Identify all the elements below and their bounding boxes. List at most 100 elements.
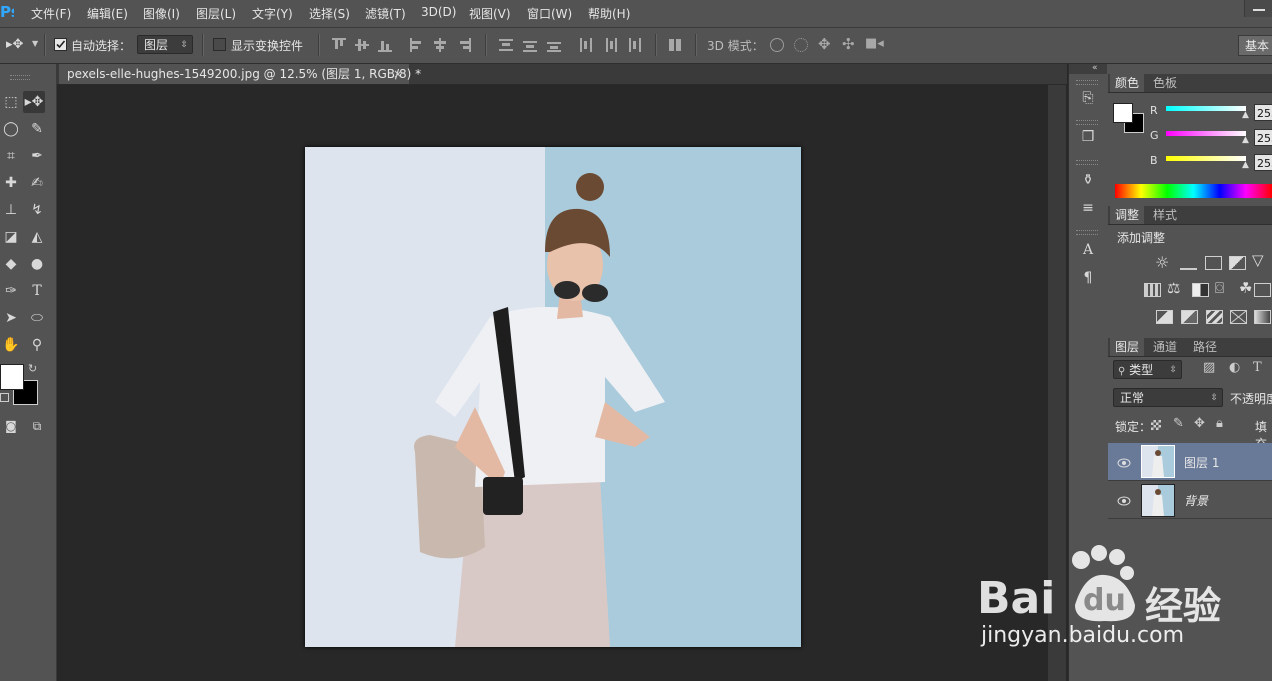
minimize-button[interactable]: [1244, 0, 1272, 17]
menu-3d[interactable]: 3D(D): [421, 5, 456, 19]
curves-icon[interactable]: [1205, 256, 1222, 270]
hue-saturation-icon[interactable]: [1144, 283, 1161, 297]
lock-transparent-icon[interactable]: [1151, 420, 1161, 430]
foreground-color-swatch[interactable]: [0, 364, 24, 390]
3d-roll-icon[interactable]: [794, 38, 808, 52]
ellipse-tool-icon[interactable]: ⬭: [26, 307, 48, 329]
menu-view[interactable]: 视图(V): [469, 5, 511, 22]
align-right-icon[interactable]: [457, 38, 471, 52]
brush-tool-icon[interactable]: ✍: [26, 172, 48, 194]
blend-mode-dropdown[interactable]: 正常 ⇳: [1113, 388, 1223, 407]
align-top-icon[interactable]: [332, 38, 346, 52]
panel-grip[interactable]: [1076, 230, 1098, 235]
tab-color[interactable]: 颜色: [1110, 74, 1145, 92]
lasso-tool-icon[interactable]: ◯: [0, 118, 22, 140]
eye-icon[interactable]: [1117, 457, 1131, 468]
tab-layers[interactable]: 图层: [1110, 338, 1145, 356]
photo-filter-icon[interactable]: ⌼: [1215, 279, 1224, 297]
type-tool-icon[interactable]: T: [26, 280, 48, 302]
auto-select-target-dropdown[interactable]: 图层 ⇳: [137, 35, 193, 54]
workspace-switcher[interactable]: 基本: [1238, 35, 1272, 56]
filter-adjustment-icon[interactable]: ◐: [1229, 360, 1240, 375]
lock-pixels-icon[interactable]: ✎: [1173, 416, 1184, 431]
panel-grip[interactable]: [1076, 120, 1098, 125]
quick-select-tool-icon[interactable]: ✎: [26, 118, 48, 140]
3d-rotate-icon[interactable]: [770, 38, 784, 52]
zoom-tool-icon[interactable]: ⚲: [26, 334, 48, 356]
brightness-contrast-icon[interactable]: ☼: [1155, 253, 1169, 272]
paragraph-panel-icon[interactable]: ¶: [1078, 268, 1098, 288]
gradient-map-icon[interactable]: [1230, 310, 1247, 324]
align-left-icon[interactable]: [410, 38, 424, 52]
align-hcenter-icon[interactable]: [433, 38, 447, 52]
green-slider-thumb[interactable]: ▲: [1242, 135, 1249, 145]
selective-color-icon[interactable]: [1254, 310, 1271, 324]
paint-bucket-tool-icon[interactable]: ◭: [26, 226, 48, 248]
dodge-tool-icon[interactable]: ●: [26, 253, 48, 275]
distribute-hcenter-icon[interactable]: [603, 38, 617, 52]
layer-filter-dropdown[interactable]: ⚲ 类型 ⇳: [1113, 360, 1182, 379]
move-tool-icon[interactable]: ▸✥: [23, 91, 45, 113]
history-brush-tool-icon[interactable]: ↯: [26, 199, 48, 221]
default-colors-icon[interactable]: [0, 393, 9, 402]
black-white-icon[interactable]: [1192, 283, 1209, 297]
invert-icon[interactable]: [1156, 310, 1173, 324]
panel-grip[interactable]: [1076, 80, 1098, 85]
swap-colors-icon[interactable]: ↻: [28, 362, 37, 375]
healing-brush-tool-icon[interactable]: ✚: [0, 172, 22, 194]
color-spectrum-bar[interactable]: [1115, 184, 1272, 198]
canvas-image[interactable]: [305, 147, 801, 647]
menu-file[interactable]: 文件(F): [31, 5, 71, 22]
blue-slider[interactable]: [1166, 156, 1246, 161]
exposure-icon[interactable]: [1229, 256, 1246, 270]
screen-mode-icon[interactable]: ⧉: [26, 415, 48, 437]
lock-position-icon[interactable]: ✥: [1194, 416, 1205, 431]
menu-select[interactable]: 选择(S): [309, 5, 350, 22]
color-balance-icon[interactable]: ⚖: [1167, 279, 1180, 297]
green-value-field[interactable]: 255: [1254, 129, 1272, 146]
blur-tool-icon[interactable]: ◆: [0, 253, 22, 275]
panel-grip[interactable]: [10, 75, 30, 80]
align-bottom-icon[interactable]: [378, 38, 392, 52]
distribute-vcenter-icon[interactable]: [523, 38, 537, 52]
3d-scale-icon[interactable]: ■◂: [865, 36, 884, 51]
auto-select-checkbox[interactable]: [54, 38, 67, 51]
distribute-right-icon[interactable]: [627, 38, 641, 52]
crop-tool-icon[interactable]: ⌗: [0, 145, 22, 167]
channel-mixer-icon[interactable]: ☘: [1239, 279, 1252, 297]
color-lookup-icon[interactable]: [1254, 283, 1271, 297]
chevron-down-icon[interactable]: ▼: [32, 39, 38, 48]
eyedropper-tool-icon[interactable]: ✒: [26, 145, 48, 167]
tool-presets-icon[interactable]: ≡: [1078, 198, 1098, 218]
layer-name[interactable]: 图层 1: [1184, 454, 1219, 471]
menu-layer[interactable]: 图层(L): [196, 5, 236, 22]
menu-image[interactable]: 图像(I): [143, 5, 180, 22]
menu-help[interactable]: 帮助(H): [588, 5, 630, 22]
3d-panel-icon[interactable]: ❒: [1078, 127, 1098, 147]
eye-icon[interactable]: [1117, 495, 1131, 506]
filter-pixel-icon[interactable]: ▨: [1203, 360, 1215, 375]
green-slider[interactable]: [1166, 131, 1246, 136]
pen-tool-icon[interactable]: ✑: [0, 280, 22, 302]
tab-swatches[interactable]: 色板: [1148, 74, 1182, 92]
collapse-panels-icon[interactable]: «: [1092, 63, 1098, 73]
red-slider-thumb[interactable]: ▲: [1242, 110, 1249, 120]
distribute-left-icon[interactable]: [579, 38, 593, 52]
blue-slider-thumb[interactable]: ▲: [1242, 160, 1249, 170]
red-slider[interactable]: [1166, 106, 1246, 111]
marquee-tool-icon[interactable]: ⬚: [0, 91, 22, 113]
menu-edit[interactable]: 编辑(E): [87, 5, 128, 22]
posterize-icon[interactable]: [1181, 310, 1198, 324]
threshold-icon[interactable]: [1206, 310, 1223, 324]
path-selection-tool-icon[interactable]: ➤: [0, 307, 22, 329]
eraser-tool-icon[interactable]: ◪: [0, 226, 22, 248]
move-tool-preset-icon[interactable]: ▸✥: [6, 37, 23, 52]
menu-type[interactable]: 文字(Y): [252, 5, 293, 22]
auto-align-icon[interactable]: [668, 38, 682, 52]
clone-stamp-tool-icon[interactable]: ⊥: [0, 199, 22, 221]
history-panel-icon[interactable]: ⎘: [1078, 88, 1098, 108]
tab-paths[interactable]: 路径: [1188, 338, 1222, 356]
character-panel-icon[interactable]: A: [1078, 240, 1098, 260]
levels-icon[interactable]: [1180, 256, 1197, 270]
distribute-bottom-icon[interactable]: [547, 38, 561, 52]
